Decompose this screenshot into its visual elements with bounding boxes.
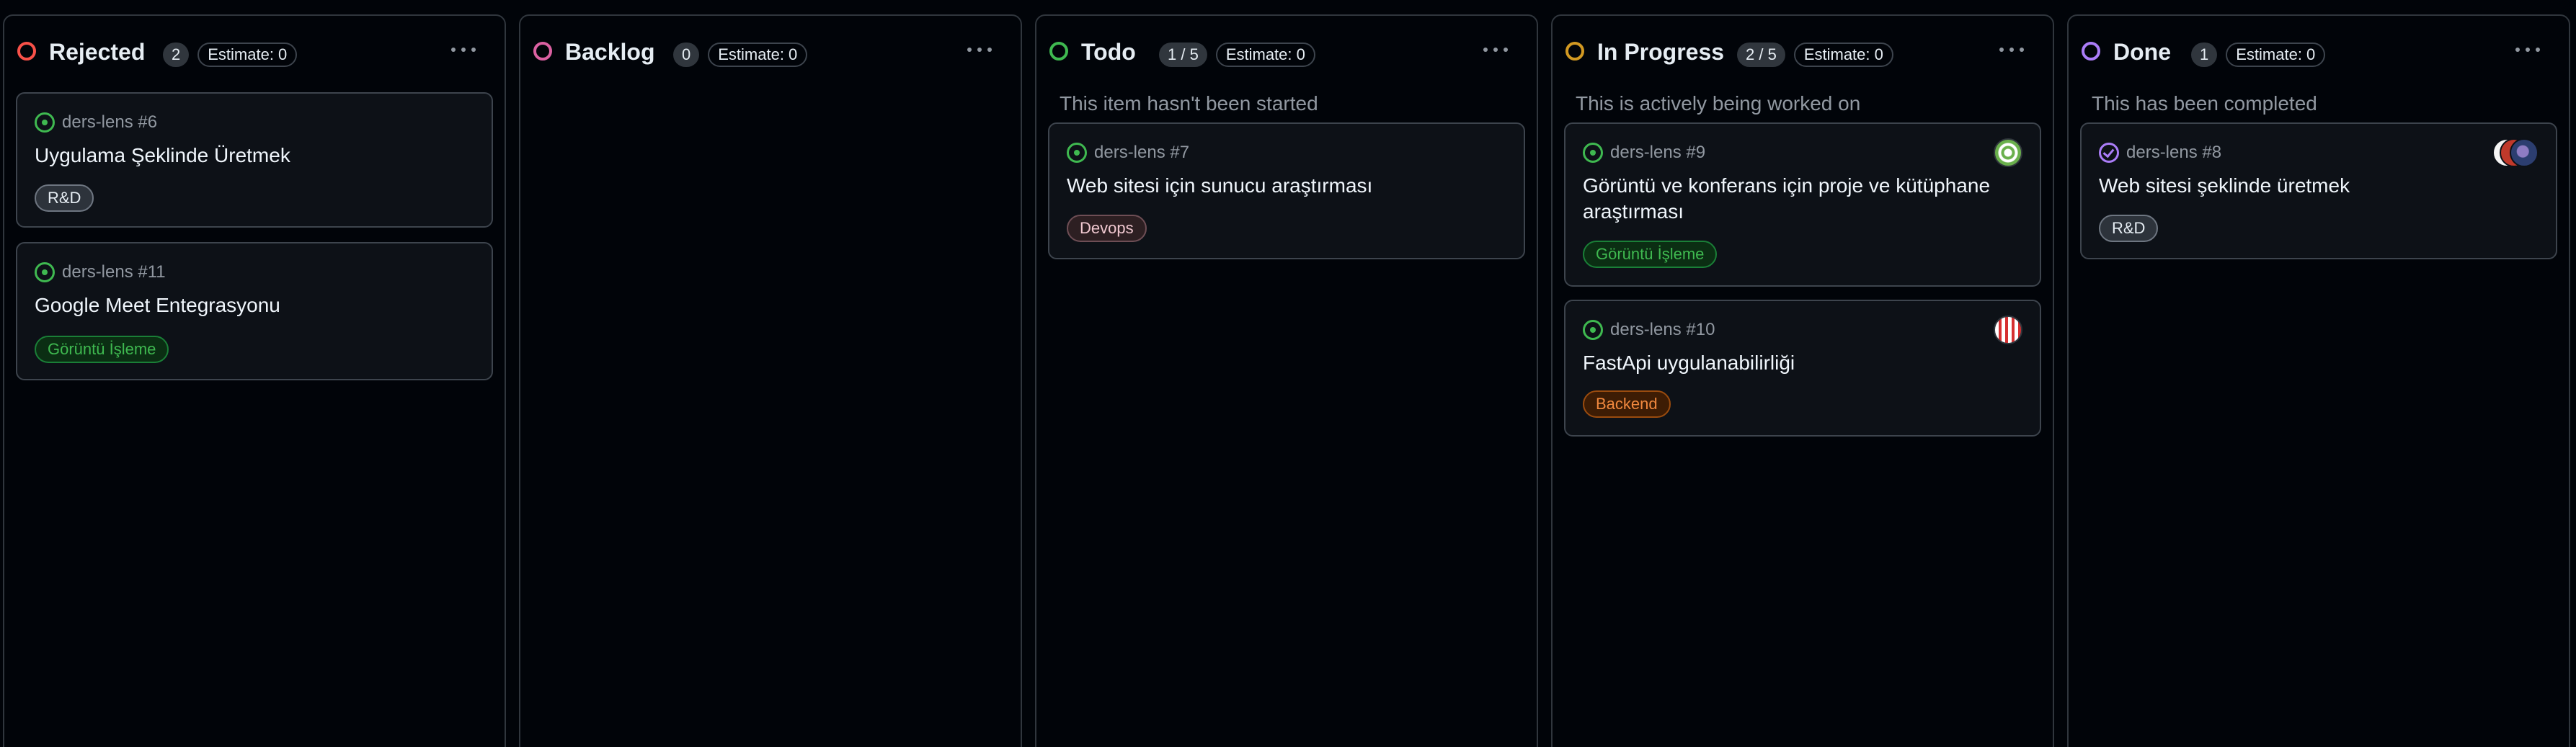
estimate-badge: Estimate: 0: [2226, 43, 2326, 67]
column-description: This is actively being worked on: [1576, 92, 1861, 115]
card-repo-ref: ders-lens #8: [2099, 143, 2221, 163]
estimate-badge: Estimate: 0: [1793, 43, 1893, 67]
column-badges: 1 Estimate: 0: [2191, 43, 2326, 67]
column-title: Done: [2113, 39, 2171, 65]
card-repo-ref: ders-lens #10: [1583, 320, 1715, 340]
issue-closed-icon: [2099, 143, 2119, 163]
column-header: Todo 1 / 5 Estimate: 0: [1036, 16, 1537, 95]
card-repo-ref: ders-lens #6: [35, 112, 157, 133]
status-circle-icon: [533, 42, 552, 61]
kebab-horizontal-icon: [451, 48, 456, 52]
issue-opened-icon: [1067, 143, 1087, 163]
column-menu-button[interactable]: [2515, 45, 2540, 55]
column-badges: 2 / 5 Estimate: 0: [1737, 43, 1893, 67]
repo-issue-number: ders-lens #6: [62, 112, 158, 132]
issue-opened-icon: [1583, 143, 1603, 163]
repo-issue-number: ders-lens #7: [1094, 143, 1190, 162]
column-menu-button[interactable]: [1999, 45, 2024, 55]
label-chip[interactable]: R&D: [2099, 215, 2159, 242]
issue-card[interactable]: ders-lens #9 Görüntü ve konferans için p…: [1564, 122, 2041, 287]
column-rejected: Rejected 2 Estimate: 0 ders-lens #6 Uygu…: [3, 14, 506, 747]
label-chip[interactable]: Backend: [1583, 390, 1671, 418]
column-menu-button[interactable]: [967, 45, 992, 55]
project-board: Rejected 2 Estimate: 0 ders-lens #6 Uygu…: [0, 0, 2576, 747]
issue-opened-icon: [1583, 320, 1603, 340]
item-count-badge: 1: [2191, 43, 2218, 67]
issue-opened-icon: [35, 262, 55, 282]
item-count-badge: 1 / 5: [1159, 43, 1207, 67]
estimate-badge: Estimate: 0: [1215, 43, 1315, 67]
estimate-badge: Estimate: 0: [708, 43, 808, 67]
column-description: This item hasn't been started: [1060, 92, 1318, 115]
label-chip[interactable]: Devops: [1067, 215, 1147, 242]
label-chip[interactable]: Görüntü İşleme: [1583, 241, 1718, 268]
card-repo-ref: ders-lens #11: [35, 262, 166, 282]
column-header: Done 1 Estimate: 0: [2069, 16, 2569, 95]
column-description: This has been completed: [2092, 92, 2317, 115]
column-badges: 0 Estimate: 0: [673, 43, 808, 67]
issue-opened-icon: [35, 112, 55, 133]
column-header: Backlog 0 Estimate: 0: [520, 16, 1021, 95]
column-title: Backlog: [565, 39, 655, 65]
column-done: Done 1 Estimate: 0 This has been complet…: [2067, 14, 2570, 747]
issue-card[interactable]: ders-lens #8 Web sitesi şeklinde üretmek…: [2080, 122, 2557, 259]
repo-issue-number: ders-lens #8: [2126, 143, 2222, 162]
card-title[interactable]: Web sitesi için sunucu araştırması: [1067, 173, 1480, 199]
item-count-badge: 2: [163, 43, 190, 67]
card-title[interactable]: FastApi uygulanabilirliği: [1583, 350, 1997, 376]
status-circle-icon: [1565, 42, 1584, 61]
issue-card[interactable]: ders-lens #6 Uygulama Şeklinde Üretmek R…: [16, 92, 493, 228]
card-title[interactable]: Görüntü ve konferans için proje ve kütüp…: [1583, 173, 1997, 225]
kebab-horizontal-icon: [1483, 48, 1488, 52]
status-circle-icon: [17, 42, 36, 61]
repo-issue-number: ders-lens #11: [62, 262, 166, 282]
card-repo-ref: ders-lens #9: [1583, 143, 1705, 163]
column-menu-button[interactable]: [451, 45, 476, 55]
column-badges: 1 / 5 Estimate: 0: [1159, 43, 1315, 67]
column-menu-button[interactable]: [1483, 45, 1508, 55]
issue-card[interactable]: ders-lens #7 Web sitesi için sunucu araş…: [1048, 122, 1525, 259]
repo-issue-number: ders-lens #10: [1610, 320, 1715, 339]
column-backlog: Backlog 0 Estimate: 0: [519, 14, 1022, 747]
label-chip[interactable]: R&D: [35, 184, 94, 212]
avatar: [2510, 138, 2539, 167]
column-title: In Progress: [1597, 39, 1725, 65]
assignee-avatar-stack[interactable]: [2492, 138, 2539, 167]
status-circle-icon: [1049, 42, 1068, 61]
kebab-horizontal-icon: [1999, 48, 2004, 52]
repo-issue-number: ders-lens #9: [1610, 143, 1706, 162]
card-repo-ref: ders-lens #7: [1067, 143, 1189, 163]
status-circle-icon: [2082, 42, 2100, 61]
kebab-horizontal-icon: [2515, 48, 2520, 52]
column-todo: Todo 1 / 5 Estimate: 0 This item hasn't …: [1035, 14, 1538, 747]
assignee-avatar[interactable]: [1994, 316, 2022, 344]
item-count-badge: 0: [673, 43, 700, 67]
column-header: In Progress 2 / 5 Estimate: 0: [1553, 16, 2053, 95]
column-header: Rejected 2 Estimate: 0: [4, 16, 505, 95]
card-title[interactable]: Google Meet Entegrasyonu: [35, 292, 448, 318]
issue-card[interactable]: ders-lens #10 FastApi uygulanabilirliği …: [1564, 300, 2041, 437]
kebab-horizontal-icon: [967, 48, 972, 52]
assignee-avatar[interactable]: [1994, 138, 2022, 167]
item-count-badge: 2 / 5: [1737, 43, 1785, 67]
label-chip[interactable]: Görüntü İşleme: [35, 336, 169, 363]
card-title[interactable]: Web sitesi şeklinde üretmek: [2099, 173, 2513, 199]
issue-card[interactable]: ders-lens #11 Google Meet Entegrasyonu G…: [16, 242, 493, 380]
column-title: Rejected: [49, 39, 146, 65]
card-title[interactable]: Uygulama Şeklinde Üretmek: [35, 143, 448, 169]
column-title: Todo: [1081, 39, 1136, 65]
column-in-progress: In Progress 2 / 5 Estimate: 0 This is ac…: [1551, 14, 2054, 747]
estimate-badge: Estimate: 0: [197, 43, 298, 67]
column-badges: 2 Estimate: 0: [163, 43, 298, 67]
